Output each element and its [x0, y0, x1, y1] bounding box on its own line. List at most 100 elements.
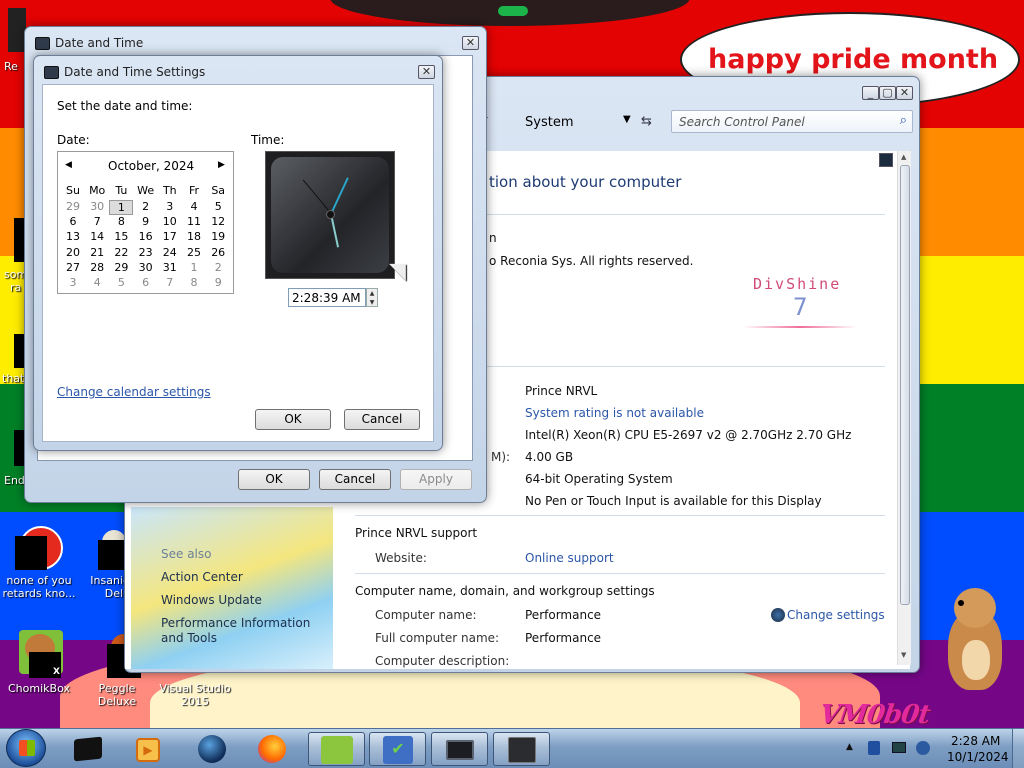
search-input[interactable]: Search Control Panel: [679, 115, 805, 129]
calendar-day[interactable]: 14: [85, 230, 109, 243]
calendar-day[interactable]: 30: [85, 200, 109, 213]
calendar-day[interactable]: 6: [134, 276, 158, 289]
calendar-day[interactable]: 7: [85, 215, 109, 228]
calendar-day[interactable]: 26: [206, 246, 230, 259]
see-also-windows-update[interactable]: Windows Update: [161, 593, 262, 607]
calendar-day[interactable]: 25: [182, 246, 206, 259]
change-settings-link[interactable]: Change settings: [787, 608, 885, 622]
date-time-settings-window[interactable]: Date and Time Settings ✕ Set the date an…: [33, 55, 443, 451]
calendar-day[interactable]: 23: [134, 246, 158, 259]
see-also-action-center[interactable]: Action Center: [161, 570, 243, 584]
calendar-day[interactable]: 29: [109, 261, 133, 274]
calendar-day[interactable]: 9: [134, 215, 158, 228]
calendar-day[interactable]: 8: [109, 215, 133, 228]
ok-button[interactable]: OK: [255, 409, 331, 430]
calendar-day[interactable]: 5: [206, 200, 230, 213]
calendar-day[interactable]: 15: [109, 230, 133, 243]
calendar-day[interactable]: 22: [109, 246, 133, 259]
desk-icon-chomikbox[interactable]: X ChomikBox: [0, 630, 78, 695]
breadcrumb-current[interactable]: System: [525, 115, 573, 130]
calendar-day[interactable]: 9: [206, 276, 230, 289]
address-bar[interactable]: ▸ System ▼: [481, 107, 641, 133]
calendar[interactable]: ◀ October, 2024 ▶ Su Mo Tu We Th Fr Sa 29 30 1 2 3 4…: [57, 151, 234, 294]
chevron-down-icon[interactable]: ▼: [623, 114, 631, 125]
search-box[interactable]: Search Control Panel ⌕: [671, 110, 913, 133]
calendar-day[interactable]: 21: [85, 246, 109, 259]
calendar-grid[interactable]: Su Mo Tu We Th Fr Sa 29 30 1 2 3 4 5 6 7 8 9 10 11 12 13 14 15 1…: [61, 184, 231, 290]
taskbar-chomikbox[interactable]: [308, 732, 365, 766]
desk-icon-none-of-you[interactable]: none of you retards kno...: [0, 526, 78, 600]
taskbar-media-player[interactable]: ▶: [120, 732, 177, 766]
calendar-day[interactable]: 31: [158, 261, 182, 274]
calendar-day[interactable]: 6: [61, 215, 85, 228]
calendar-day[interactable]: 3: [158, 200, 182, 213]
show-desktop-button[interactable]: [1012, 729, 1024, 768]
taskbar-globe[interactable]: [184, 732, 241, 766]
system-rating-link[interactable]: System rating is not available: [525, 406, 704, 420]
help-icon[interactable]: [879, 153, 893, 167]
time-value[interactable]: 2:28:39 AM: [292, 291, 361, 305]
calendar-day[interactable]: 4: [182, 200, 206, 213]
calendar-day[interactable]: 29: [61, 200, 85, 213]
calendar-day[interactable]: 24: [158, 246, 182, 259]
close-button[interactable]: ✕: [462, 36, 479, 50]
month-label[interactable]: October, 2024: [108, 159, 194, 173]
calendar-day[interactable]: 1: [182, 261, 206, 274]
refresh-icon[interactable]: ⇆: [641, 114, 652, 129]
taskbar-notebook[interactable]: ✔: [369, 732, 426, 766]
weekday-header: We: [137, 184, 155, 197]
calendar-day[interactable]: 8: [182, 276, 206, 289]
online-support-link[interactable]: Online support: [525, 551, 614, 565]
clock-date[interactable]: 10/1/2024: [947, 750, 1009, 764]
taskbar-firefox[interactable]: [244, 732, 301, 766]
calendar-day[interactable]: 5: [109, 276, 133, 289]
display-icon[interactable]: [892, 742, 906, 753]
calendar-day[interactable]: 3: [61, 276, 85, 289]
calendar-day[interactable]: 4: [85, 276, 109, 289]
calendar-day[interactable]: 18: [182, 230, 206, 243]
taskbar-monitor[interactable]: [431, 732, 488, 766]
scroll-thumb[interactable]: [900, 165, 910, 605]
close-button[interactable]: ✕: [418, 65, 435, 79]
calendar-day[interactable]: 7: [158, 276, 182, 289]
calendar-day[interactable]: 2: [134, 200, 158, 213]
taskbar[interactable]: ▶ ✔ ▲ 2:28 AM 10/1/2024: [0, 728, 1024, 768]
calendar-day[interactable]: 2: [206, 261, 230, 274]
ok-button[interactable]: OK: [238, 469, 310, 490]
desk-icon-insaniquarium[interactable]: Insaniq Delu: [78, 526, 130, 600]
calendar-day[interactable]: 16: [134, 230, 158, 243]
show-hidden-icons-icon[interactable]: ▲: [846, 742, 853, 752]
change-calendar-link[interactable]: Change calendar settings: [57, 385, 211, 399]
calendar-day[interactable]: 13: [61, 230, 85, 243]
calendar-day[interactable]: 30: [134, 261, 158, 274]
time-spinner[interactable]: ▲ ▼: [366, 288, 378, 307]
calendar-day[interactable]: 19: [206, 230, 230, 243]
network-icon[interactable]: [868, 741, 880, 755]
calendar-day[interactable]: 11: [182, 215, 206, 228]
calendar-day[interactable]: 20: [61, 246, 85, 259]
scroll-up-icon[interactable]: ▲: [901, 153, 906, 161]
close-button[interactable]: ✕: [896, 86, 913, 100]
taskbar-terminal[interactable]: [60, 732, 117, 766]
clock-time[interactable]: 2:28 AM: [951, 734, 1000, 748]
search-icon[interactable]: ⌕: [900, 113, 907, 128]
cancel-button[interactable]: Cancel: [344, 409, 420, 430]
maximize-button[interactable]: ▢: [879, 86, 896, 100]
calendar-day[interactable]: 27: [61, 261, 85, 274]
calendar-day[interactable]: 10: [158, 215, 182, 228]
calendar-day[interactable]: 28: [85, 261, 109, 274]
volume-icon[interactable]: [916, 741, 930, 755]
taskbar-calculator[interactable]: [493, 732, 550, 766]
scroll-down-icon[interactable]: ▼: [901, 651, 906, 659]
start-button[interactable]: [6, 729, 46, 767]
cancel-button[interactable]: Cancel: [319, 469, 391, 490]
prev-month-icon[interactable]: ◀: [65, 160, 72, 170]
time-input[interactable]: 2:28:39 AM: [288, 288, 366, 307]
next-month-icon[interactable]: ▶: [218, 160, 225, 170]
see-also-performance[interactable]: Performance Information and Tools: [161, 616, 327, 646]
calendar-day[interactable]: 12: [206, 215, 230, 228]
minimize-button[interactable]: _: [862, 86, 879, 100]
vertical-scrollbar[interactable]: ▲ ▼: [897, 151, 911, 665]
calendar-day[interactable]: 1: [109, 200, 134, 215]
calendar-day[interactable]: 17: [158, 230, 182, 243]
